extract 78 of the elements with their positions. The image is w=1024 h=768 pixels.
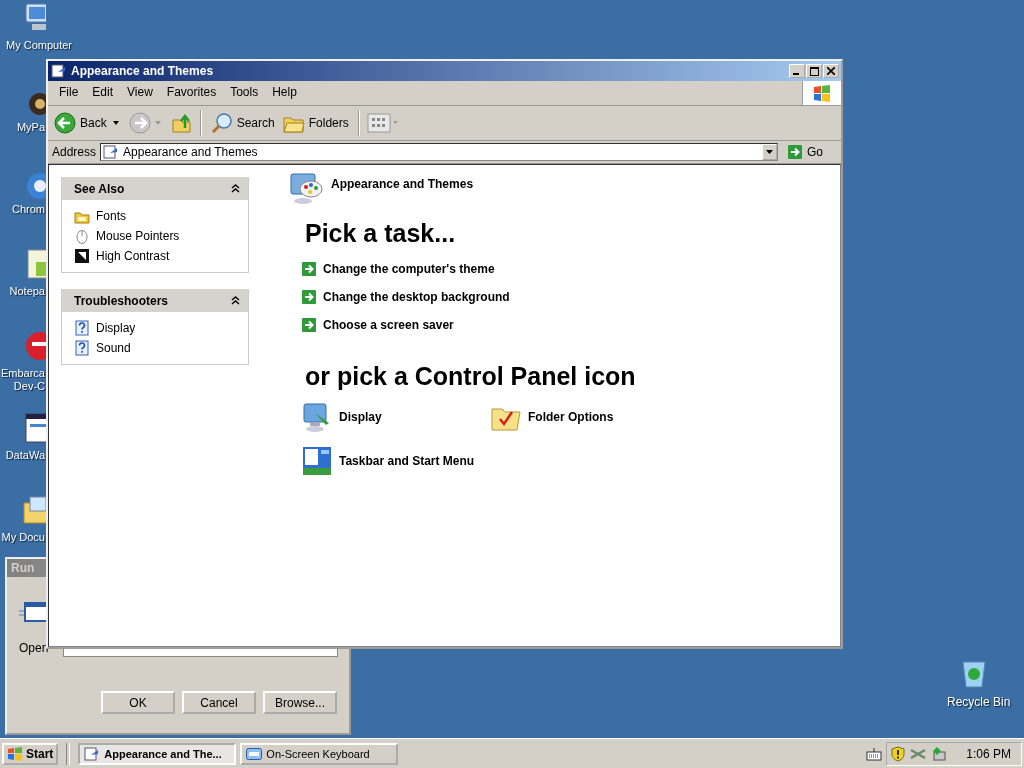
category-title: Appearance and Themes [331, 177, 474, 191]
desktop-icon-label: Notepa [9, 285, 45, 297]
task-link[interactable]: Change the desktop background [323, 290, 510, 304]
chevron-icon[interactable] [231, 296, 240, 305]
section-heading: Pick a task... [305, 219, 457, 248]
taskbar-icon[interactable] [301, 445, 333, 477]
control-panel-link[interactable]: Display [339, 410, 382, 424]
folders-button[interactable]: Folders [280, 110, 351, 136]
windows-logo-icon [812, 84, 832, 102]
dialog-title: Run [11, 561, 35, 575]
control-panel-link[interactable]: Taskbar and Start Menu [339, 454, 475, 468]
address-label: Address [52, 145, 97, 159]
sidebar-link[interactable]: Sound [96, 341, 131, 355]
task-link[interactable]: Change the computer's theme [323, 262, 495, 276]
control-panel-icon [51, 63, 67, 79]
forward-icon[interactable] [128, 112, 151, 134]
menu-item[interactable]: File [52, 83, 86, 101]
menu-item[interactable]: View [120, 83, 160, 101]
sidebar-link[interactable]: High Contrast [96, 249, 170, 263]
panel-title: Troubleshooters [74, 293, 168, 308]
menu-item[interactable]: Favorites [159, 83, 224, 101]
clock: 1:06 PM [966, 746, 1011, 761]
control-panel-icon [84, 745, 101, 762]
keyboard-icon[interactable] [866, 746, 883, 761]
taskbar-button[interactable]: On-Screen Keyboard [240, 742, 399, 765]
desktop-icon-label: Embarca [0, 367, 45, 379]
desktop-icon-label: DataWa [5, 449, 45, 461]
minimize-button[interactable] [789, 64, 805, 78]
maximize-icon [809, 66, 819, 76]
mouse-icon [74, 228, 90, 244]
arrow-icon [302, 262, 316, 276]
sidebar-link[interactable]: Fonts [96, 209, 126, 223]
views-icon[interactable] [366, 113, 399, 133]
caret-icon[interactable] [112, 121, 119, 125]
windows-logo-icon [7, 746, 23, 761]
close-button[interactable] [823, 64, 839, 78]
search-icon [210, 112, 233, 134]
keyboard-icon [246, 747, 263, 760]
display-palette-icon [289, 171, 323, 205]
desktop-icon-label: My Computer [6, 39, 73, 51]
go-button[interactable]: Go [782, 145, 837, 159]
desktop-icon-label: Dev-C [13, 380, 45, 392]
search-button[interactable]: Search [208, 110, 277, 136]
address-field[interactable]: Appearance and Themes [100, 143, 778, 161]
sidebar-link[interactable]: Display [96, 321, 136, 335]
menu-item[interactable]: Tools [223, 83, 266, 101]
maximize-button[interactable] [806, 64, 822, 78]
dropdown-arrow-icon[interactable] [766, 150, 773, 154]
desktop-icon-label: Recycle Bin [947, 695, 1011, 709]
control-panel-icon [103, 144, 120, 160]
menu-item[interactable]: Help [265, 83, 304, 101]
close-icon [827, 67, 835, 75]
help-icon [74, 320, 90, 336]
sidebar-link[interactable]: Mouse Pointers [96, 229, 180, 243]
dialog-button[interactable]: Browse... [263, 691, 337, 714]
section-heading: or pick a Control Panel icon [305, 362, 637, 391]
control-panel-link[interactable]: Folder Options [528, 410, 614, 424]
desktop-icon[interactable] [22, 412, 46, 444]
contrast-icon [74, 248, 90, 264]
panel-title: See Also [74, 181, 125, 196]
task-link[interactable]: Choose a screen saver [323, 318, 454, 332]
help-icon [74, 340, 90, 356]
taskbar-button[interactable]: Appearance and The... [78, 742, 237, 765]
start-button[interactable]: Start [2, 742, 59, 765]
desktop-icon-label: Chrom [12, 203, 45, 215]
window-title: Appearance and Themes [71, 64, 215, 78]
dialog-button[interactable]: OK [101, 691, 175, 714]
arrow-icon [302, 318, 316, 332]
menu-item[interactable]: Edit [85, 83, 121, 101]
desktop-icon-label: My Docu [1, 531, 45, 543]
back-button[interactable]: Back [52, 110, 109, 136]
shield-icon[interactable] [891, 745, 906, 762]
arrow-icon [302, 290, 316, 304]
dialog-button[interactable]: Cancel [182, 691, 256, 714]
run-icon [19, 599, 47, 625]
chevron-icon[interactable] [231, 184, 240, 193]
go-arrow-icon [788, 145, 802, 159]
desktop-icon-label: MyPa [16, 121, 45, 133]
